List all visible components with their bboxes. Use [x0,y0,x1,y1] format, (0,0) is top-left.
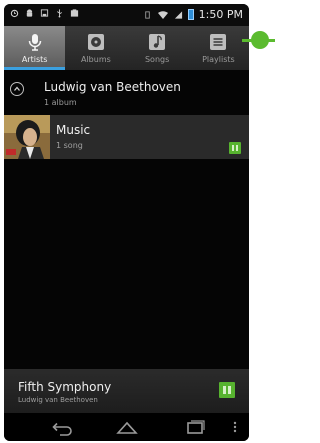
signal-icon [174,10,182,19]
tab-label: Albums [80,55,111,64]
back-icon[interactable] [48,418,74,436]
album-title: Music [56,123,91,137]
status-bar: 1:50 PM [4,4,249,26]
battery-icon [187,9,194,20]
home-icon[interactable] [114,418,140,436]
album-song-count: 1 song [56,141,83,150]
wifi-icon [157,10,168,19]
now-playing-bar[interactable]: Fifth Symphony Ludwig van Beethoven [4,369,249,413]
vibrate-icon [144,10,150,19]
collapse-icon[interactable] [10,82,24,96]
album-art [4,115,50,159]
artist-name: Ludwig van Beethoven [44,80,181,94]
recent-apps-icon[interactable] [182,418,208,436]
now-playing-title: Fifth Symphony [18,380,112,394]
tab-artists[interactable]: Artists [4,26,66,70]
menu-icon[interactable] [230,418,240,436]
image-icon [70,9,79,17]
tab-bar: Artists Albums Songs Playlists [4,26,249,70]
album-list-item[interactable]: Music 1 song [4,115,249,159]
save-icon [40,9,49,17]
pause-button[interactable] [219,382,235,398]
artist-album-count: 1 album [44,98,77,107]
alarm-icon [10,9,19,18]
tab-label: Songs [144,55,170,64]
tab-label: Artists [21,55,48,64]
navigation-bar [4,413,249,441]
artist-group-header[interactable]: Ludwig van Beethoven 1 album [4,74,249,112]
tab-albums[interactable]: Albums [65,26,126,70]
playlist-icon [210,34,227,50]
annotation-dot [251,31,269,49]
phone-screen: 1:50 PM Artists Albums Songs Playlists L… [4,4,249,441]
album-playing-icon [229,142,241,154]
now-playing-artist: Ludwig van Beethoven [18,396,98,404]
music-note-icon [149,34,166,50]
tab-playlists[interactable]: Playlists [188,26,249,70]
usb-icon [57,9,62,18]
tab-songs[interactable]: Songs [127,26,188,70]
android-icon [26,9,33,17]
status-time: 1:50 PM [198,8,243,21]
disc-icon [87,34,104,50]
tab-label: Playlists [202,55,235,64]
microphone-icon [28,34,41,51]
